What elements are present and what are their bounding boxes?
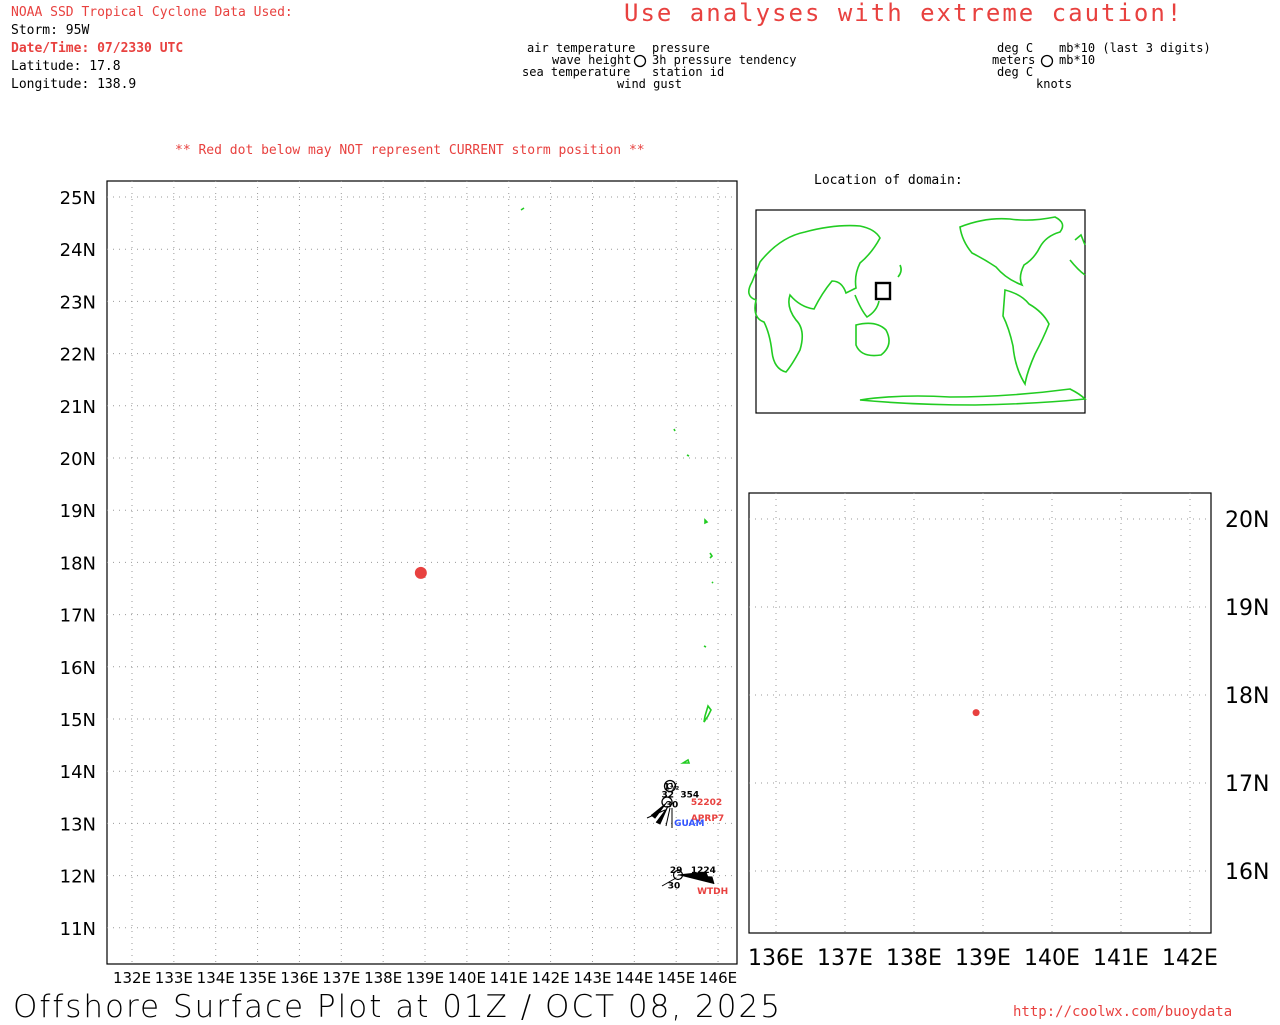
- lon-tick-label: 141E: [1093, 946, 1149, 971]
- lat-tick-label: 19N: [1225, 596, 1269, 621]
- zoom-map: 136E 137E 138E 139E 140E 141E 142E 20N 19N 18N 17…: [748, 492, 1269, 971]
- lon-tick-label: 137E: [817, 946, 873, 971]
- footer-title: Offshore Surface Plot at 01Z / OCT 08, 2…: [13, 989, 782, 1025]
- lat-tick-label: 17N: [1225, 772, 1269, 797]
- lon-tick-label: 140E: [1024, 946, 1080, 971]
- zoom-map-grid: [749, 493, 1211, 933]
- lon-tick-label: 142E: [1162, 946, 1218, 971]
- zoom-map-lat-labels: 20N 19N 18N 17N 16N: [1225, 508, 1269, 885]
- lon-tick-label: 136E: [748, 946, 804, 971]
- footer-url[interactable]: http://coolwx.com/buoydata: [1013, 1004, 1232, 1020]
- lat-tick-label: 20N: [1225, 508, 1269, 533]
- zoom-map-lon-labels: 136E 137E 138E 139E 140E 141E 142E: [748, 946, 1218, 971]
- lon-tick-label: 138E: [886, 946, 942, 971]
- lon-tick-label: 139E: [955, 946, 1011, 971]
- lat-tick-label: 16N: [1225, 860, 1269, 885]
- zoom-map-frame: [748, 492, 1212, 934]
- zoom-storm-position-dot: [972, 709, 980, 717]
- lat-tick-label: 18N: [1225, 684, 1269, 709]
